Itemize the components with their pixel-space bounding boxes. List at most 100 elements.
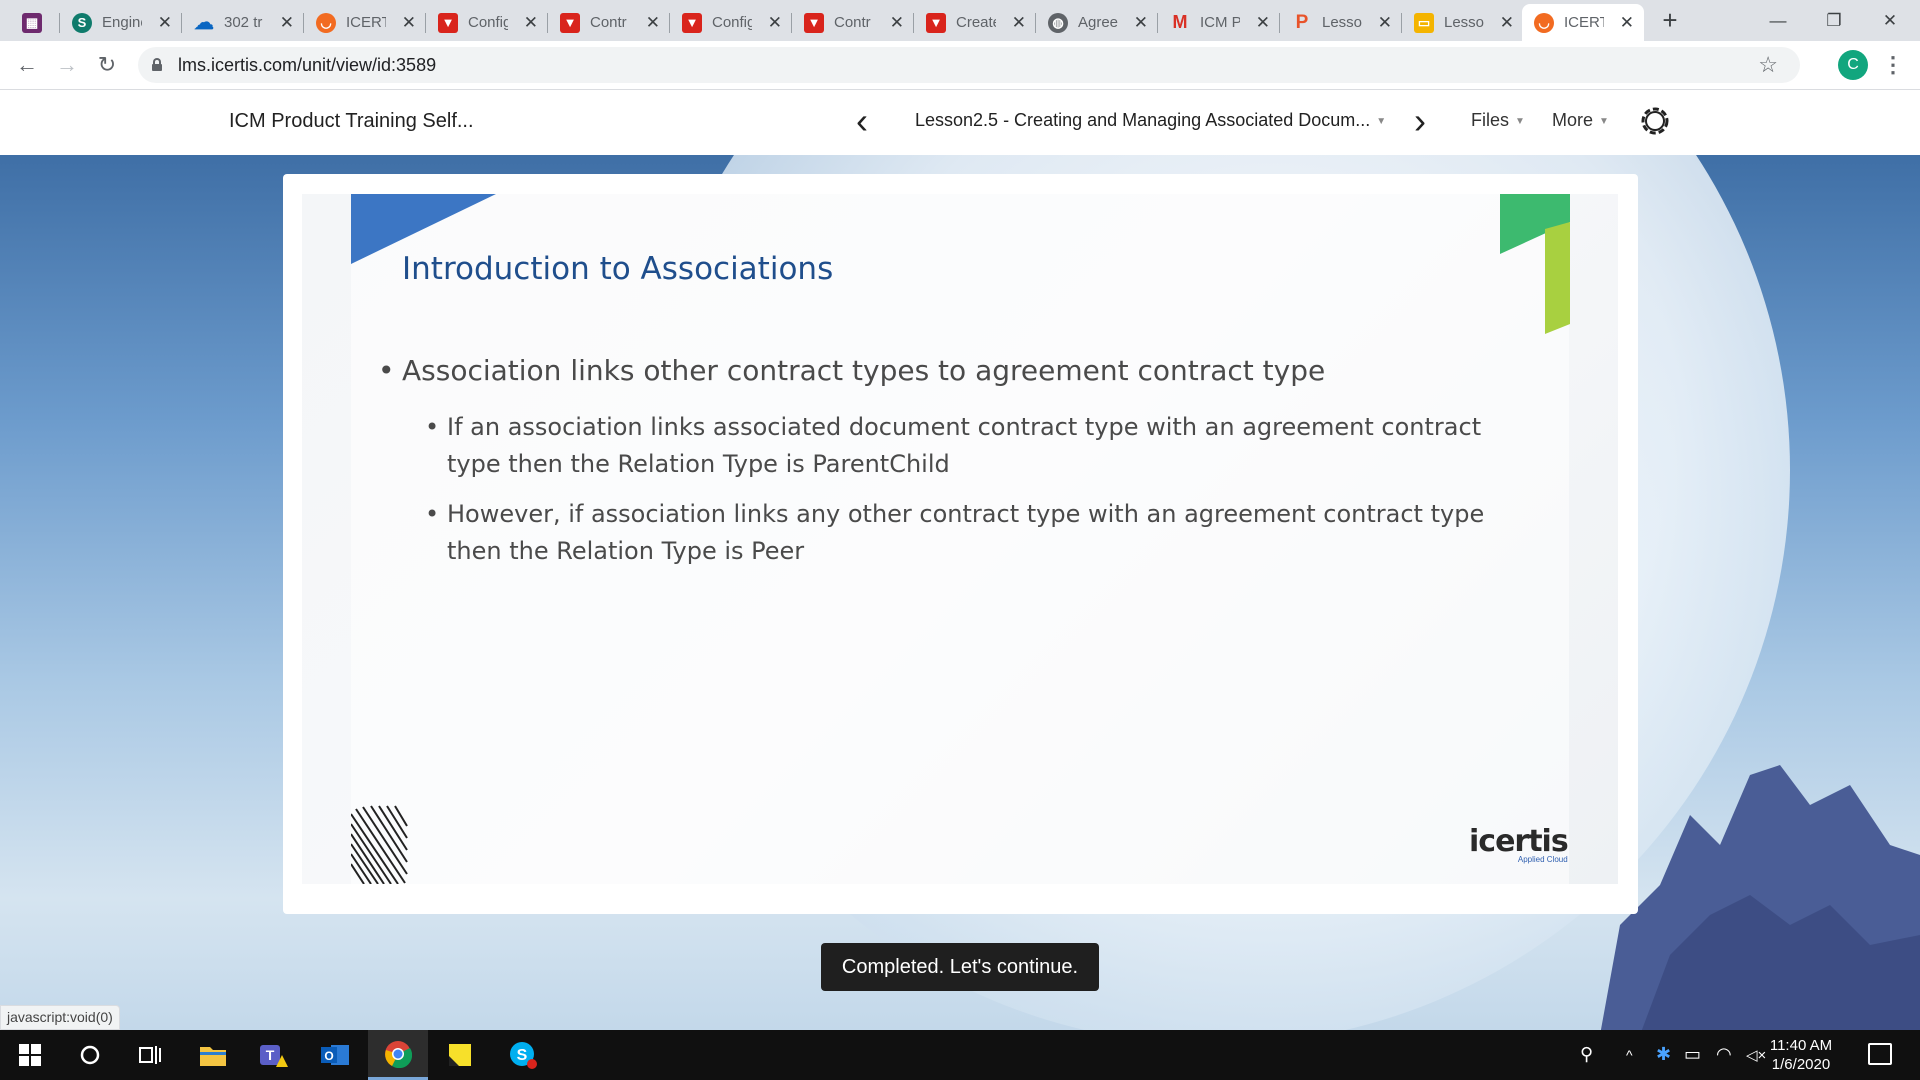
tab-onedrive[interactable]: ☁ 302 tr ✕ — [182, 4, 304, 41]
tab-lesson-slides[interactable]: ▭ Lessor ✕ — [1402, 4, 1524, 41]
icertis-icon: ◡ — [1534, 12, 1554, 33]
tab-title: Create — [956, 14, 996, 31]
previous-lesson-chevron-icon[interactable]: ‹ — [856, 100, 868, 142]
taskbar-outlook[interactable]: O — [305, 1030, 365, 1080]
task-view-icon — [139, 1046, 161, 1064]
more-menu[interactable]: More ▼ — [1552, 110, 1609, 131]
restore-button[interactable]: ❐ — [1806, 0, 1862, 41]
forward-button[interactable]: → — [52, 50, 82, 80]
close-tab-icon[interactable]: ✕ — [158, 13, 172, 33]
new-tab-button[interactable]: + — [1656, 6, 1684, 34]
close-window-button[interactable]: ✕ — [1862, 0, 1918, 41]
sticky-notes-icon — [449, 1044, 471, 1066]
bullet-text: However, if association links any other … — [447, 500, 1485, 565]
profile-avatar[interactable]: C — [1838, 50, 1868, 80]
tab-contr-2[interactable]: ▼ Contr ✕ — [792, 4, 914, 41]
taskbar-teams[interactable]: T — [243, 1030, 303, 1080]
icertis-icon: ◡ — [316, 12, 336, 33]
settings-gear-icon[interactable] — [1638, 104, 1672, 138]
hatch-pattern-decoration — [351, 805, 408, 884]
slide-frame: Introduction to Associations • Associatio… — [283, 174, 1638, 914]
close-tab-icon[interactable]: ✕ — [1256, 13, 1270, 33]
taskbar-skype[interactable]: S — [493, 1030, 553, 1080]
action-center-icon[interactable] — [1868, 1043, 1892, 1065]
lesson-dropdown[interactable]: Lesson2.5 - Creating and Managing Associ… — [915, 110, 1386, 131]
more-label: More — [1552, 110, 1594, 130]
bullet-level2: • However, if association links any other… — [425, 500, 1485, 565]
close-tab-icon[interactable]: ✕ — [768, 13, 782, 33]
app-grid-icon: ▦ — [22, 12, 42, 33]
close-tab-icon[interactable]: ✕ — [1378, 13, 1392, 33]
close-tab-icon[interactable]: ✕ — [1500, 13, 1514, 33]
bullet-text: Association links other contract types t… — [402, 354, 1326, 387]
close-tab-icon[interactable]: ✕ — [646, 13, 660, 33]
svg-text:O: O — [324, 1049, 333, 1063]
files-menu[interactable]: Files ▼ — [1471, 110, 1525, 131]
outlook-icon: O — [321, 1045, 349, 1065]
tab-gmail[interactable]: M ICM P ✕ — [1158, 4, 1280, 41]
browser-tab-strip: ▦ S Engine ✕ ☁ 302 tr ✕ ◡ ICERT ✕ ▼ Conf… — [0, 0, 1920, 41]
brand-name: icertis — [1469, 824, 1569, 859]
show-hidden-icons-chevron-up-icon[interactable]: ^ — [1626, 1047, 1633, 1063]
clock-date: 1/6/2020 — [1771, 1056, 1831, 1073]
slide-title: Introduction to Associations — [402, 251, 834, 287]
tab-icertis-active[interactable]: ◡ ICERT ✕ — [1522, 4, 1644, 41]
system-clock[interactable]: 11:40 AM 1/6/2020 — [1760, 1036, 1842, 1074]
background-mountains — [1600, 765, 1920, 1030]
taskbar-sticky-notes[interactable] — [430, 1030, 490, 1080]
taskbar-file-explorer[interactable] — [183, 1030, 243, 1080]
globe-icon: ◍ — [1048, 12, 1068, 33]
tab-config[interactable]: ▼ Config ✕ — [426, 4, 548, 41]
back-button[interactable]: ← — [12, 50, 42, 80]
gmail-icon: M — [1172, 12, 1188, 32]
bullet-text: If an association links associated docum… — [447, 413, 1482, 478]
search-button[interactable] — [60, 1030, 120, 1080]
chevron-down-icon: ▼ — [1599, 115, 1609, 127]
close-tab-icon[interactable]: ✕ — [280, 13, 294, 33]
close-tab-icon[interactable]: ✕ — [1134, 13, 1148, 33]
battery-icon[interactable]: ▭ — [1684, 1044, 1701, 1065]
files-label: Files — [1471, 110, 1510, 130]
tab-engine[interactable]: S Engine ✕ — [60, 4, 182, 41]
reload-button[interactable]: ↻ — [92, 50, 122, 80]
minimize-button[interactable]: — — [1750, 0, 1806, 41]
start-button[interactable] — [0, 1030, 60, 1080]
lock-icon — [152, 58, 162, 71]
bluetooth-icon[interactable]: ✱ — [1656, 1044, 1671, 1065]
next-lesson-chevron-icon[interactable]: › — [1414, 100, 1426, 142]
windows-taskbar: T O S ⚲ ^ ✱ ▭ ◠ ◁× 11:40 AM 1/6/2020 — [0, 1030, 1920, 1080]
tab-title: ICERT — [346, 14, 386, 31]
slide: Introduction to Associations • Associatio… — [302, 194, 1618, 884]
teams-icon: T — [260, 1045, 288, 1067]
course-title[interactable]: ICM Product Training Self... — [229, 110, 474, 133]
red-flag-icon: ▼ — [560, 12, 580, 33]
close-tab-icon[interactable]: ✕ — [1012, 13, 1026, 33]
tab-icertis[interactable]: ◡ ICERT ✕ — [304, 4, 426, 41]
tab-title: 302 tr — [224, 14, 263, 31]
address-bar[interactable]: lms.icertis.com/unit/view/id:3589 ☆ — [138, 47, 1800, 83]
tab-config-2[interactable]: ▼ Config ✕ — [670, 4, 792, 41]
close-tab-icon[interactable]: ✕ — [890, 13, 904, 33]
url-text[interactable]: lms.icertis.com/unit/view/id:3589 — [178, 55, 436, 76]
wifi-icon[interactable]: ◠ — [1716, 1044, 1732, 1065]
close-tab-icon[interactable]: ✕ — [1620, 13, 1634, 33]
tab-app-grid[interactable]: ▦ — [10, 4, 60, 41]
taskbar-chrome[interactable] — [368, 1030, 428, 1080]
browser-menu-icon[interactable]: ⋮ — [1882, 50, 1904, 80]
close-tab-icon[interactable]: ✕ — [402, 13, 416, 33]
svg-text:T: T — [266, 1047, 275, 1063]
tab-agree[interactable]: ◍ Agree ✕ — [1036, 4, 1158, 41]
tab-create[interactable]: ▼ Create ✕ — [914, 4, 1036, 41]
green-corner-accent — [1500, 194, 1570, 334]
tab-contr[interactable]: ▼ Contr ✕ — [548, 4, 670, 41]
lms-header: ICM Product Training Self... ‹ Lesson2.5… — [0, 90, 1920, 155]
tab-lesson-p[interactable]: P Lessor ✕ — [1280, 4, 1402, 41]
continue-button[interactable]: Completed. Let's continue. — [821, 943, 1099, 991]
tab-title: ICERT — [1564, 14, 1604, 31]
red-flag-icon: ▼ — [438, 12, 458, 33]
tab-title: Config — [712, 14, 752, 31]
people-icon[interactable]: ⚲ — [1580, 1044, 1593, 1065]
close-tab-icon[interactable]: ✕ — [524, 13, 538, 33]
task-view-button[interactable] — [120, 1030, 180, 1080]
bookmark-star-icon[interactable]: ☆ — [1758, 52, 1778, 78]
